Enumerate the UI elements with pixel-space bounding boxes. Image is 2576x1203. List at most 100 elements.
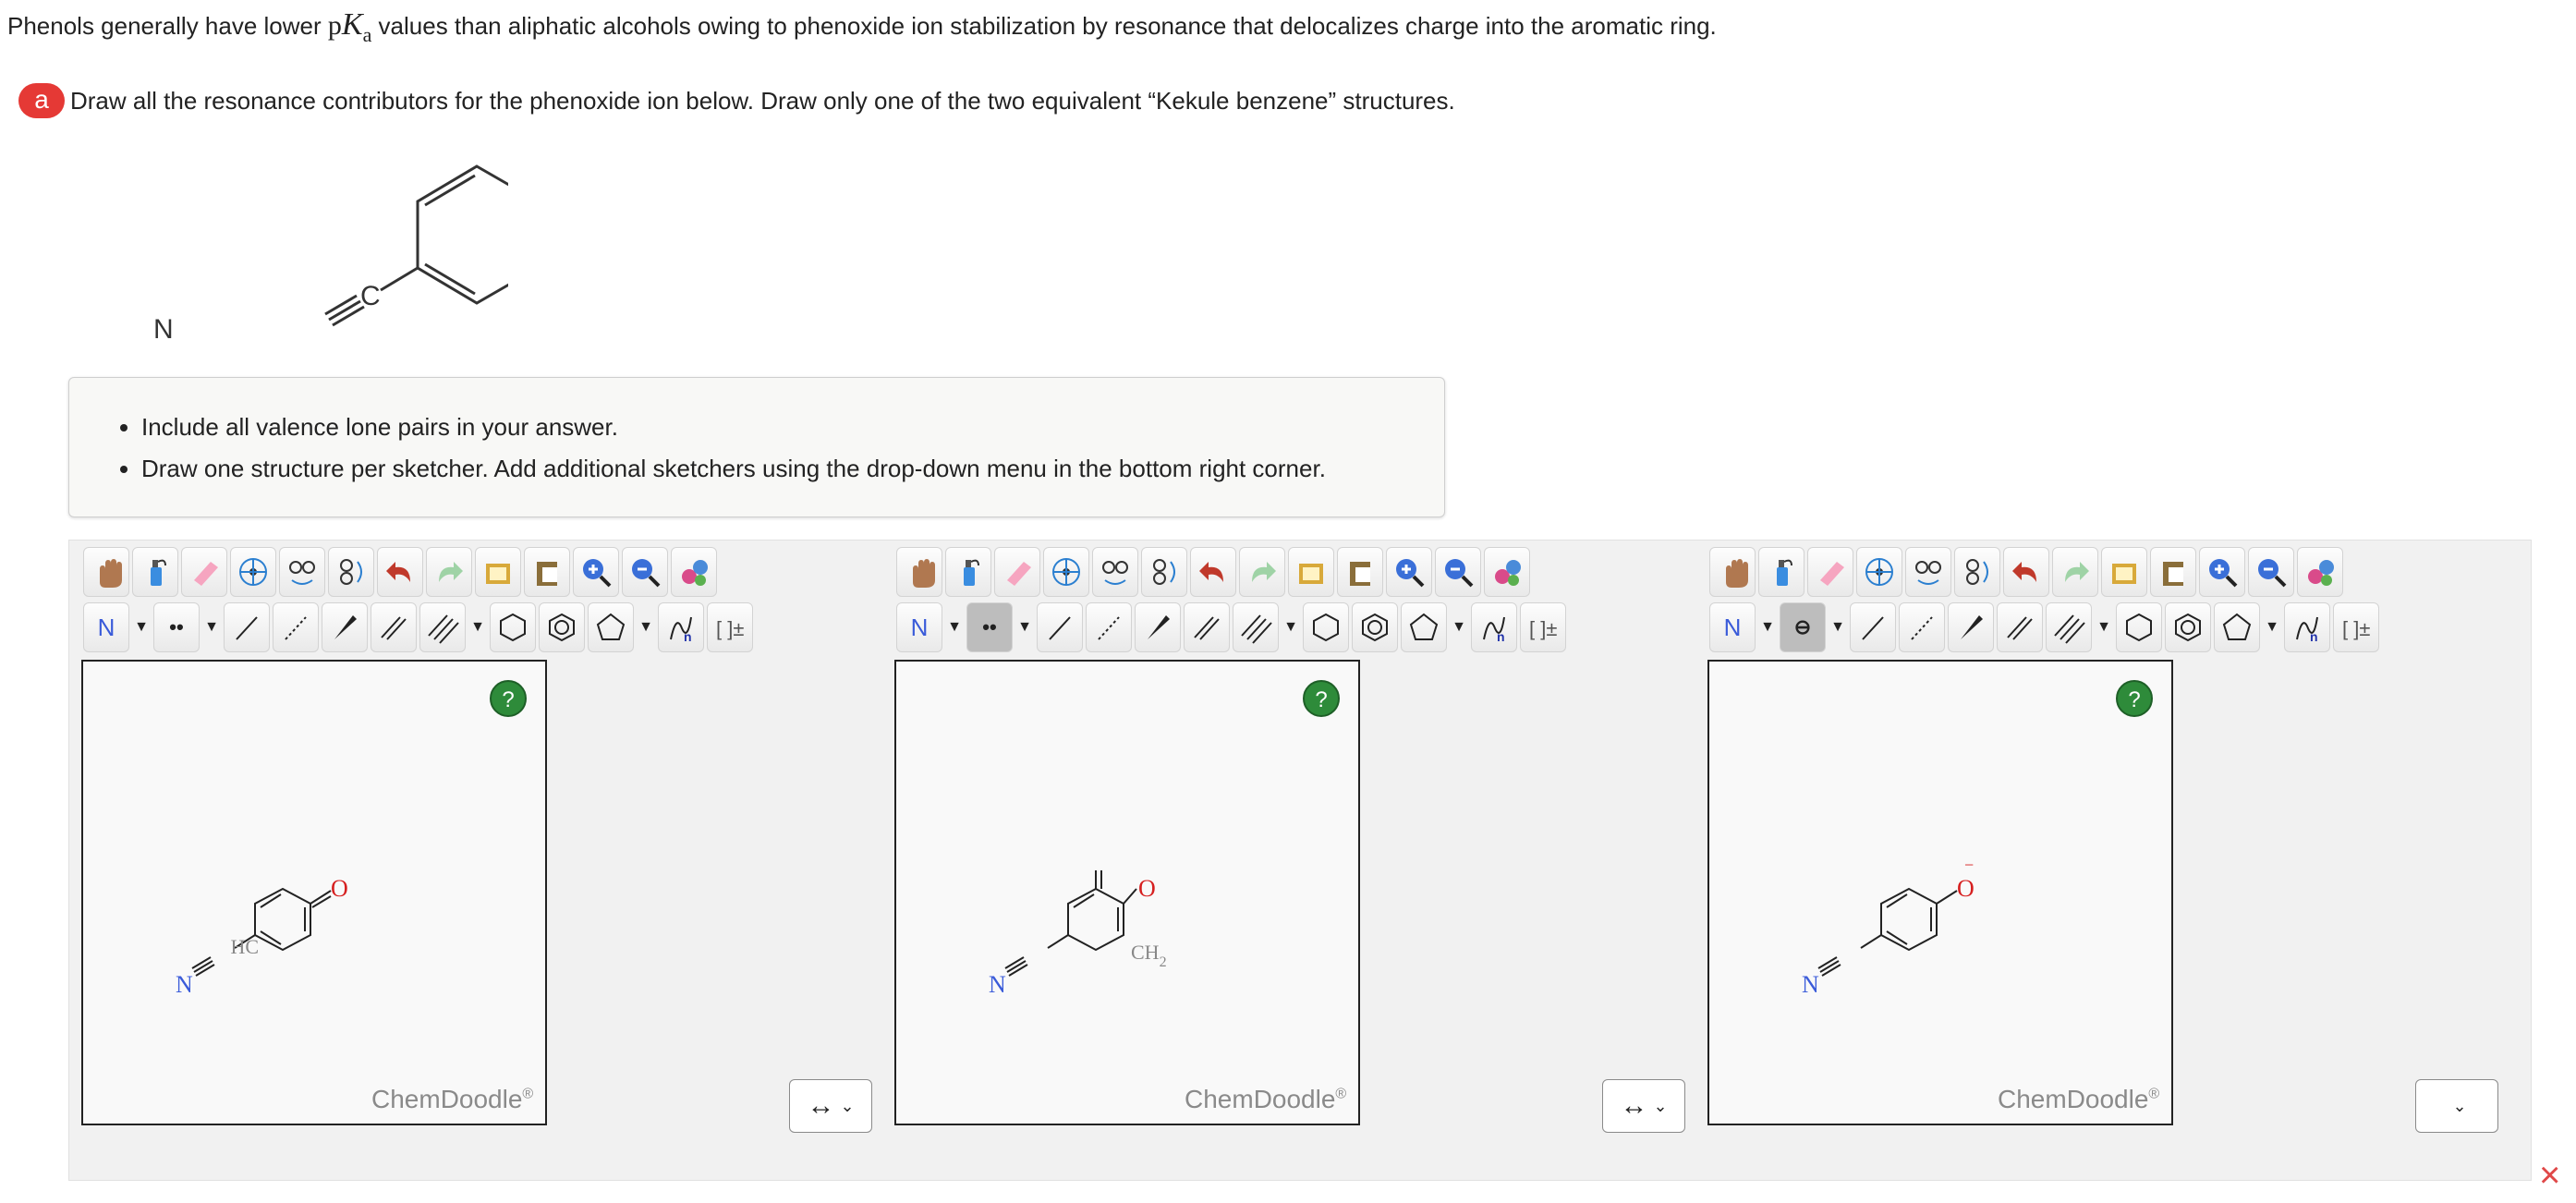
cyclopentane-button[interactable]: [2214, 602, 2260, 652]
template-button[interactable]: [1288, 547, 1334, 597]
atom-dropdown-button[interactable]: ▼: [945, 602, 964, 652]
atom-label-button[interactable]: N: [896, 602, 942, 652]
flip-horizontal-button[interactable]: [1905, 547, 1951, 597]
polymer-button[interactable]: n: [2284, 602, 2330, 652]
eraser-icon: [1820, 562, 1844, 586]
zoom-out-button[interactable]: [2248, 547, 2294, 597]
cyclohexane-button[interactable]: [1303, 602, 1349, 652]
bond-dropdown-button[interactable]: ▼: [1282, 602, 1300, 652]
zoom-out-button[interactable]: [622, 547, 668, 597]
cyclohexane-button[interactable]: [490, 602, 536, 652]
single-bond-button[interactable]: [1850, 602, 1896, 652]
bracket-icon: [ ]±: [2342, 617, 2370, 640]
flip-horizontal-button[interactable]: [279, 547, 325, 597]
triple-bond-button[interactable]: [2046, 602, 2092, 652]
ring-dropdown-button[interactable]: ▼: [1450, 602, 1468, 652]
bracket-button[interactable]: [ ]±: [1520, 602, 1566, 652]
paste-button[interactable]: [524, 547, 570, 597]
charge-dropdown-button[interactable]: ▼: [202, 602, 221, 652]
paste-button[interactable]: [2150, 547, 2196, 597]
paste-button[interactable]: [1337, 547, 1383, 597]
charge-dropdown-button[interactable]: ▼: [1015, 602, 1034, 652]
close-icon[interactable]: ×: [2539, 1155, 2560, 1197]
lasso-button[interactable]: [1758, 547, 1804, 597]
template-button[interactable]: [2101, 547, 2147, 597]
arrow-selector[interactable]: ⌄: [2415, 1079, 2498, 1133]
charge-button[interactable]: ••: [153, 602, 200, 652]
bracket-button[interactable]: [ ]±: [707, 602, 753, 652]
bond-dropdown-button[interactable]: ▼: [468, 602, 487, 652]
clean-button[interactable]: [1484, 547, 1530, 597]
lasso-button[interactable]: [132, 547, 178, 597]
flip-vertical-button[interactable]: [1141, 547, 1187, 597]
flip-vertical-button[interactable]: [1954, 547, 2000, 597]
cyclopentane-button[interactable]: [1401, 602, 1447, 652]
sketcher-canvas[interactable]: ? ChemDoodle® O HC N: [81, 660, 547, 1125]
hand-button[interactable]: [83, 547, 129, 597]
polymer-button[interactable]: n: [658, 602, 704, 652]
zoom-in-button[interactable]: [2199, 547, 2245, 597]
bracket-button[interactable]: [ ]±: [2333, 602, 2379, 652]
single-bond-button[interactable]: [1037, 602, 1083, 652]
redo-icon: [1252, 562, 1276, 582]
flip-horizontal-button[interactable]: [1092, 547, 1138, 597]
arrow-selector[interactable]: ↔ ⌄: [789, 1079, 872, 1133]
wedge-bond-button[interactable]: [1948, 602, 1994, 652]
benzene-button[interactable]: [1352, 602, 1398, 652]
clean-button[interactable]: [671, 547, 717, 597]
cyclohexane-button[interactable]: [2116, 602, 2162, 652]
lasso-button[interactable]: [945, 547, 991, 597]
zoom-in-button[interactable]: [1386, 547, 1432, 597]
benzene-button[interactable]: [539, 602, 585, 652]
hand-button[interactable]: [1709, 547, 1756, 597]
polymer-button[interactable]: n: [1471, 602, 1517, 652]
hand-button[interactable]: [896, 547, 942, 597]
center-button[interactable]: [230, 547, 276, 597]
redo-button[interactable]: [426, 547, 472, 597]
dashed-bond-button[interactable]: [273, 602, 319, 652]
eraser-button[interactable]: [181, 547, 227, 597]
redo-button[interactable]: [1239, 547, 1285, 597]
sketcher-canvas[interactable]: ? ChemDoodle® O − N: [1707, 660, 2173, 1125]
charge-dropdown-button[interactable]: ▼: [1829, 602, 1847, 652]
double-bond-button[interactable]: [371, 602, 417, 652]
arrow-selector[interactable]: ↔ ⌄: [1602, 1079, 1685, 1133]
triple-bond-button[interactable]: [1233, 602, 1279, 652]
dashed-bond-button[interactable]: [1899, 602, 1945, 652]
cyclopentane-button[interactable]: [588, 602, 634, 652]
eraser-button[interactable]: [1807, 547, 1853, 597]
undo-button[interactable]: [377, 547, 423, 597]
sketcher-canvas[interactable]: ? ChemDoodle® O CH2 N: [894, 660, 1360, 1125]
double-bond-button[interactable]: [1997, 602, 2043, 652]
drawn-structure: O− N: [1802, 856, 1975, 998]
chevron-down-icon: ⌄: [1653, 1096, 1668, 1115]
eraser-button[interactable]: [994, 547, 1040, 597]
undo-button[interactable]: [2003, 547, 2049, 597]
ring-dropdown-button[interactable]: ▼: [637, 602, 655, 652]
dashed-bond-button[interactable]: [1086, 602, 1132, 652]
triple-bond-button[interactable]: [419, 602, 466, 652]
wedge-bond-button[interactable]: [322, 602, 368, 652]
atom-label-button[interactable]: N: [83, 602, 129, 652]
double-bond-button[interactable]: [1184, 602, 1230, 652]
atom-label-button[interactable]: N: [1709, 602, 1756, 652]
clean-button[interactable]: [2297, 547, 2343, 597]
ring-dropdown-button[interactable]: ▼: [2263, 602, 2281, 652]
benzene-button[interactable]: [2165, 602, 2211, 652]
bond-dropdown-button[interactable]: ▼: [2095, 602, 2113, 652]
center-button[interactable]: [1043, 547, 1089, 597]
zoom-in-button[interactable]: [573, 547, 619, 597]
charge-button[interactable]: ⊖: [1780, 602, 1826, 652]
atom-dropdown-button[interactable]: ▼: [132, 602, 151, 652]
template-button[interactable]: [475, 547, 521, 597]
undo-button[interactable]: [1190, 547, 1236, 597]
center-button[interactable]: [1856, 547, 1902, 597]
single-bond-button[interactable]: [224, 602, 270, 652]
redo-button[interactable]: [2052, 547, 2098, 597]
atom-dropdown-button[interactable]: ▼: [1758, 602, 1777, 652]
polymer-icon: n: [670, 616, 692, 644]
wedge-bond-button[interactable]: [1135, 602, 1181, 652]
flip-vertical-button[interactable]: [328, 547, 374, 597]
charge-button[interactable]: ••: [966, 602, 1013, 652]
zoom-out-button[interactable]: [1435, 547, 1481, 597]
